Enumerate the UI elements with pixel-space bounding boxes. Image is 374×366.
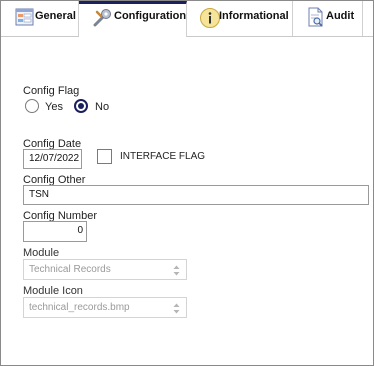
module-icon-label: Module Icon [23,285,83,297]
module-label: Module [23,247,60,259]
config-other-input[interactable]: TSN [23,185,369,205]
config-flag-yes-label: Yes [45,101,63,113]
config-panel: General Configuration Informational Audi… [0,0,374,366]
interface-flag-label: INTERFACE FLAG [120,151,206,162]
module-select-value: Technical Records [29,264,111,275]
interface-flag-checkbox[interactable] [97,149,112,164]
tab-strip: General Configuration Informational Audi… [1,1,373,37]
module-icon-select[interactable]: technical_records.bmp [23,297,187,318]
config-number-input[interactable]: 0 [23,221,87,242]
document-magnifier-icon [306,6,326,28]
module-icon-select-value: technical_records.bmp [29,302,130,313]
config-flag-no-label: No [95,101,110,113]
tab-audit[interactable]: Audit [293,1,363,36]
config-flag-label: Config Flag [23,85,80,97]
config-date-input[interactable]: 12/07/2022 [23,149,82,169]
select-arrows-icon [173,302,180,314]
tab-informational[interactable]: Informational [187,1,293,36]
wrench-icon [93,6,113,28]
module-select[interactable]: Technical Records [23,259,187,280]
tab-general-label: General [35,10,76,22]
info-icon [199,7,220,29]
config-flag-no-radio[interactable] [74,99,88,113]
select-arrows-icon [173,264,180,276]
tab-audit-label: Audit [326,10,355,22]
tab-general[interactable]: General [1,1,79,36]
config-flag-yes-radio[interactable] [25,99,39,113]
form-icon [15,6,35,28]
tab-configuration[interactable]: Configuration [79,1,187,37]
tab-informational-label: Informational [219,10,289,22]
tab-configuration-label: Configuration [114,10,187,22]
